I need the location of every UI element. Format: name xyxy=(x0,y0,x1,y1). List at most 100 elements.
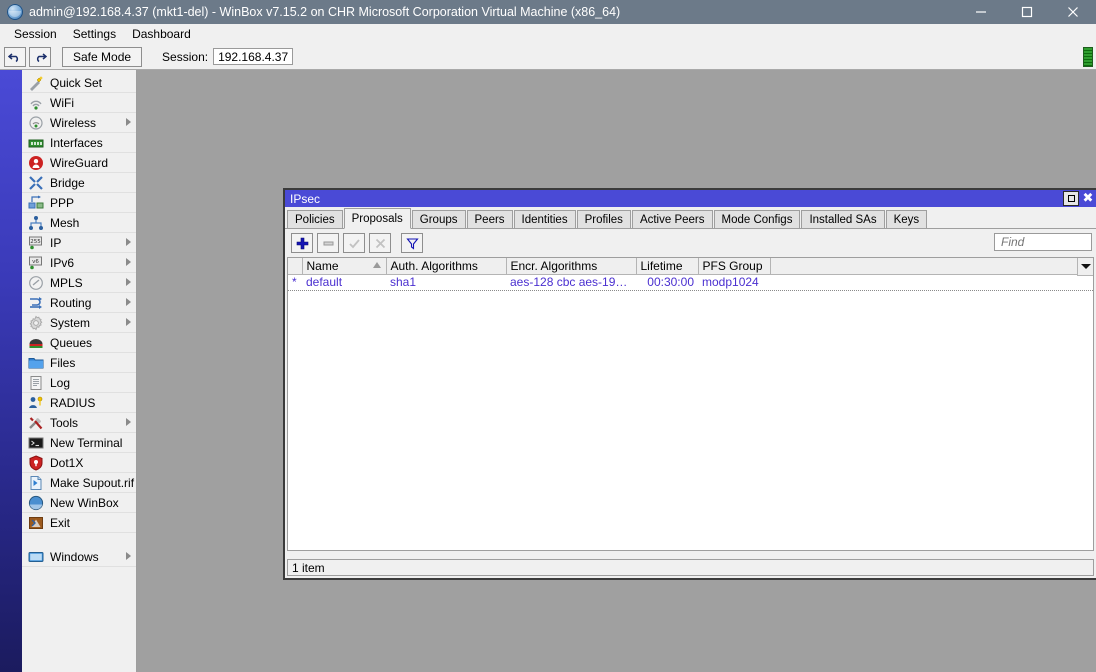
tab-proposals[interactable]: Proposals xyxy=(343,208,411,229)
sidebar-item-dot1x[interactable]: Dot1X xyxy=(22,453,136,473)
sidebar-item-mpls[interactable]: MPLS xyxy=(22,273,136,293)
winbox-globe-icon xyxy=(7,4,23,20)
sidebar-item-ip[interactable]: 255 IP xyxy=(22,233,136,253)
sidebar-item-mesh[interactable]: Mesh xyxy=(22,213,136,233)
os-window-controls xyxy=(958,0,1096,24)
os-window-title: admin@192.168.4.37 (mkt1-del) - WinBox v… xyxy=(29,5,621,19)
os-title-bar: admin@192.168.4.37 (mkt1-del) - WinBox v… xyxy=(0,0,1096,24)
proposals-table: Name Auth. Algorithms Encr. Algorithms L… xyxy=(288,258,1093,290)
tab-identities[interactable]: Identities xyxy=(513,210,576,228)
sidebar-item-interfaces[interactable]: Interfaces xyxy=(22,133,136,153)
folder-icon xyxy=(28,355,44,371)
sidebar-item-exit[interactable]: Exit xyxy=(22,513,136,533)
sidebar-item-label: MPLS xyxy=(50,275,83,290)
column-header-lifetime[interactable]: Lifetime xyxy=(636,258,699,275)
sidebar-item-files[interactable]: Files xyxy=(22,353,136,373)
row-separator xyxy=(288,290,1093,291)
tab-profiles[interactable]: Profiles xyxy=(576,210,631,228)
sidebar-item-label: Dot1X xyxy=(50,455,84,470)
find-input-wrapper[interactable] xyxy=(994,233,1092,251)
column-header-marker[interactable] xyxy=(288,258,303,275)
sidebar-item-label: Exit xyxy=(50,515,71,530)
undo-icon[interactable] xyxy=(4,46,26,67)
menu-bar: Session Settings Dashboard xyxy=(0,24,1096,44)
ipsec-window-title: IPsec xyxy=(290,191,321,206)
sidebar-item-system[interactable]: System xyxy=(22,313,136,333)
minimize-icon[interactable] xyxy=(958,0,1004,24)
column-header-pfs-group[interactable]: PFS Group xyxy=(698,258,771,275)
redo-icon[interactable] xyxy=(29,46,51,67)
mesh-icon xyxy=(28,215,44,231)
menu-item-settings[interactable]: Settings xyxy=(65,25,124,43)
tab-groups[interactable]: Groups xyxy=(411,210,466,228)
menu-item-dashboard[interactable]: Dashboard xyxy=(124,25,199,43)
close-icon[interactable]: ✖ xyxy=(1081,192,1095,205)
tab-active-peers[interactable]: Active Peers xyxy=(631,210,713,228)
gear-icon xyxy=(28,315,44,331)
column-chooser-button[interactable] xyxy=(1077,258,1093,276)
sidebar-item-ppp[interactable]: PPP xyxy=(22,193,136,213)
menu-item-session[interactable]: Session xyxy=(6,25,65,43)
add-button[interactable] xyxy=(291,233,313,253)
sidebar-item-label: IPv6 xyxy=(50,255,75,270)
column-header-name[interactable]: Name xyxy=(302,258,387,275)
log-icon xyxy=(28,375,44,391)
sidebar-item-new-terminal[interactable]: New Terminal xyxy=(22,433,136,453)
tab-peers[interactable]: Peers xyxy=(466,210,513,228)
safe-mode-button[interactable]: Safe Mode xyxy=(62,46,143,67)
antenna-icon xyxy=(28,115,44,131)
sidebar-item-label: Interfaces xyxy=(50,135,103,150)
session-value[interactable]: 192.168.4.37 xyxy=(213,48,294,65)
maximize-icon[interactable] xyxy=(1004,0,1050,24)
sidebar-item-wireless[interactable]: Wireless xyxy=(22,113,136,133)
find-input[interactable] xyxy=(999,234,1091,250)
restore-icon[interactable] xyxy=(1063,191,1079,206)
sidebar-item-label: Routing xyxy=(50,295,92,310)
tab-policies[interactable]: Policies xyxy=(287,210,343,228)
sidebar-item-label: IP xyxy=(50,235,62,250)
sidebar-item-label: Tools xyxy=(50,415,79,430)
ipsec-status-bar: 1 item xyxy=(287,559,1094,576)
session-label: Session: xyxy=(162,49,209,64)
tab-installed-sas[interactable]: Installed SAs xyxy=(801,210,885,228)
chevron-right-icon xyxy=(126,318,131,326)
table-row[interactable]: * default sha1 aes-128 cbc aes-192 ... 0… xyxy=(288,275,1093,290)
sidebar-item-quick-set[interactable]: Quick Set xyxy=(22,73,136,93)
wireguard-icon xyxy=(28,155,44,171)
sidebar-item-new-winbox[interactable]: New WinBox xyxy=(22,493,136,513)
exit-icon xyxy=(28,515,44,531)
sidebar-item-log[interactable]: Log xyxy=(22,373,136,393)
sidebar-item-tools[interactable]: Tools xyxy=(22,413,136,433)
ip-255-icon: 255 xyxy=(28,235,44,251)
sidebar-item-ipv6[interactable]: v6 IPv6 xyxy=(22,253,136,273)
routing-icon xyxy=(28,295,44,311)
column-header-encr-algorithms[interactable]: Encr. Algorithms xyxy=(506,258,637,275)
column-header-auth-algorithms[interactable]: Auth. Algorithms xyxy=(386,258,507,275)
ipsec-tabs: Policies Proposals Groups Peers Identiti… xyxy=(285,207,1096,229)
sidebar-item-bridge[interactable]: Bridge xyxy=(22,173,136,193)
sidebar-item-label: Mesh xyxy=(50,215,80,230)
remove-button[interactable] xyxy=(317,233,339,253)
enable-button[interactable] xyxy=(343,233,365,253)
sidebar-item-routing[interactable]: Routing xyxy=(22,293,136,313)
sidebar-item-make-supout[interactable]: Make Supout.rif xyxy=(22,473,136,493)
filter-button[interactable] xyxy=(401,233,423,253)
tab-mode-configs[interactable]: Mode Configs xyxy=(713,210,801,228)
main-toolbar: Safe Mode Session: 192.168.4.37 xyxy=(0,44,1096,70)
sidebar-item-windows[interactable]: Windows xyxy=(22,547,136,567)
supout-icon xyxy=(28,475,44,491)
ipv6-icon: v6 xyxy=(28,255,44,271)
cell-pfs-group: modp1024 xyxy=(702,275,759,290)
close-icon[interactable] xyxy=(1050,0,1096,24)
sidebar-item-queues[interactable]: Queues xyxy=(22,333,136,353)
sidebar-item-radius[interactable]: RADIUS xyxy=(22,393,136,413)
sidebar-item-wireguard[interactable]: WireGuard xyxy=(22,153,136,173)
disable-button[interactable] xyxy=(369,233,391,253)
sidebar-item-wifi[interactable]: WiFi xyxy=(22,93,136,113)
column-header-filler[interactable] xyxy=(770,258,1093,275)
chevron-right-icon xyxy=(126,118,131,126)
traffic-led-icon xyxy=(1083,46,1093,67)
tab-keys[interactable]: Keys xyxy=(885,210,928,228)
sidebar-item-label: Wireless xyxy=(50,115,97,130)
